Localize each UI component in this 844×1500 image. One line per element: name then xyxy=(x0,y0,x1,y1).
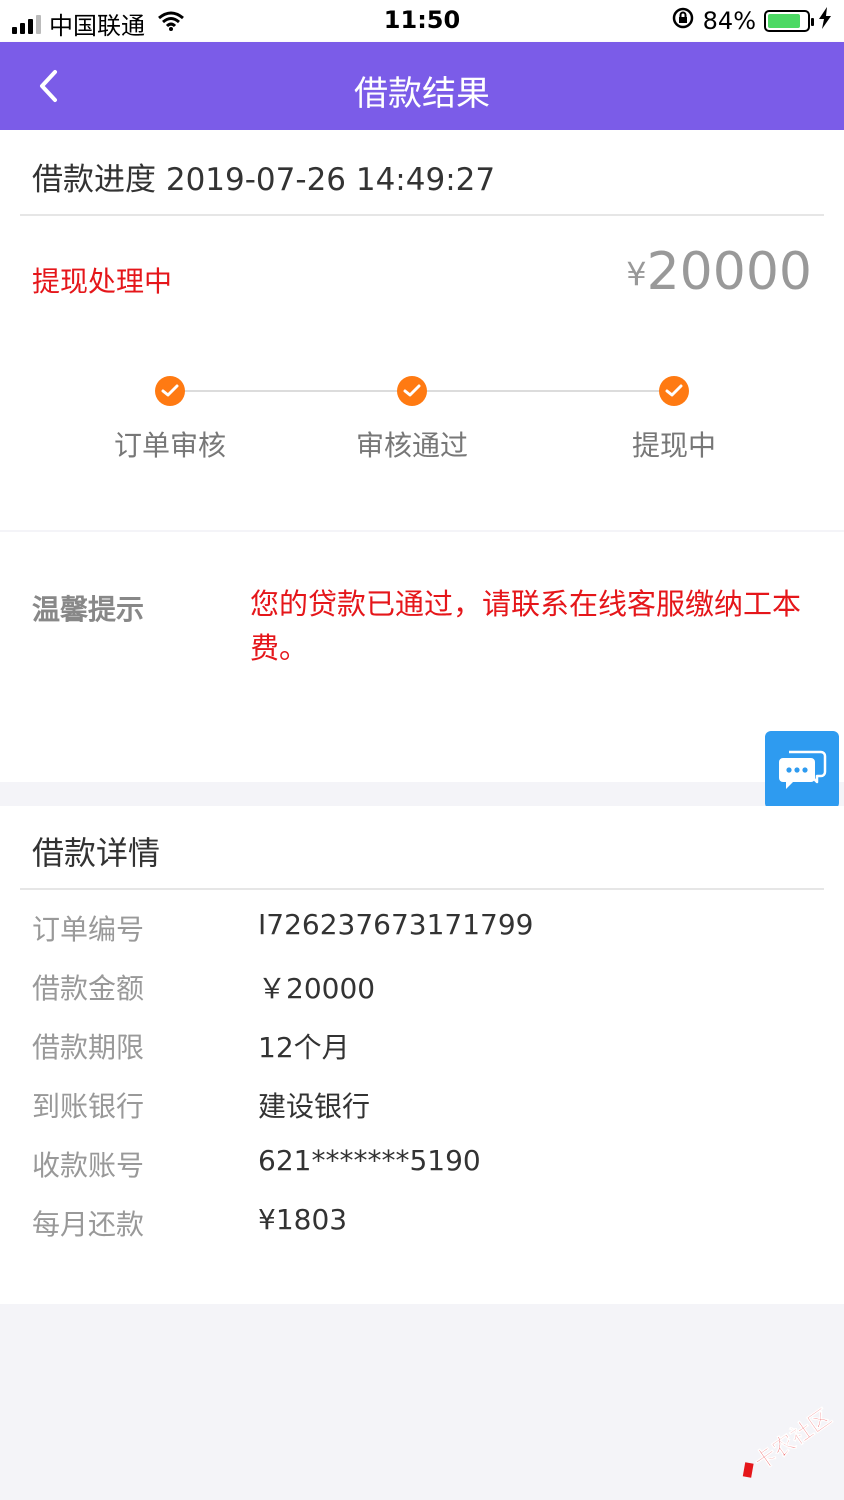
svg-text:卡农社区: 卡农社区 xyxy=(750,1406,834,1476)
status-right: 84% xyxy=(671,6,832,36)
tip-card: 温馨提示 您的贷款已通过，请联系在线客服缴纳工本费。 xyxy=(0,532,844,782)
detail-key: 到账银行 xyxy=(32,1090,145,1123)
detail-row-account: 收款账号 621*******5190 xyxy=(32,1144,812,1184)
details-card: 借款详情 订单编号 I726237673171799 借款金额 ￥20000 借… xyxy=(0,806,844,1304)
customer-service-button[interactable] xyxy=(765,731,839,809)
battery-icon xyxy=(764,10,814,32)
nav-bar: 借款结果 xyxy=(0,42,844,130)
watermark-logo: 卡农社区 xyxy=(724,1404,837,1486)
amount-value: 20000 xyxy=(646,242,812,302)
detail-value: 12个月 xyxy=(258,1031,350,1064)
status-bar: 中国联通 11:50 84% xyxy=(0,0,844,42)
detail-row-monthly: 每月还款 ¥1803 xyxy=(32,1203,812,1243)
page-title: 借款结果 xyxy=(354,74,490,114)
withdraw-status: 提现处理中 xyxy=(32,265,173,298)
detail-key: 借款金额 xyxy=(32,972,145,1005)
step-check-icon xyxy=(155,376,185,406)
step-connector xyxy=(412,390,674,392)
rotation-lock-icon xyxy=(671,6,695,36)
step-check-icon xyxy=(659,376,689,406)
progress-card: 借款进度 2019-07-26 14:49:27 提现处理中 ¥20000 订单… xyxy=(0,130,844,530)
progress-header: 借款进度 2019-07-26 14:49:27 xyxy=(32,162,496,198)
detail-value: ¥1803 xyxy=(258,1203,348,1236)
step-connector xyxy=(170,390,412,392)
currency-symbol: ¥ xyxy=(626,255,647,293)
loan-amount: ¥20000 xyxy=(626,242,812,302)
step-label-order-review: 订单审核 xyxy=(113,429,226,462)
battery-percent: 84% xyxy=(702,7,756,35)
chat-bubble-icon xyxy=(779,750,827,789)
detail-value: ￥20000 xyxy=(258,972,376,1005)
charging-icon xyxy=(818,7,832,35)
step-label-review-passed: 审核通过 xyxy=(355,429,468,462)
divider xyxy=(20,888,824,890)
detail-row-bank: 到账银行 建设银行 xyxy=(32,1085,812,1125)
step-check-icon xyxy=(397,376,427,406)
detail-key: 订单编号 xyxy=(32,913,145,946)
detail-value: 建设银行 xyxy=(258,1090,371,1123)
details-title: 借款详情 xyxy=(32,834,161,872)
detail-row-order-no: 订单编号 I726237673171799 xyxy=(32,908,812,948)
detail-key: 收款账号 xyxy=(32,1149,145,1182)
detail-key: 借款期限 xyxy=(32,1031,145,1064)
divider xyxy=(20,214,824,216)
tip-text: 您的贷款已通过，请联系在线客服缴纳工本费。 xyxy=(250,587,802,665)
detail-row-term: 借款期限 12个月 xyxy=(32,1026,812,1066)
detail-value: I726237673171799 xyxy=(258,908,534,941)
detail-key: 每月还款 xyxy=(32,1208,145,1241)
detail-value: 621*******5190 xyxy=(258,1144,481,1177)
tip-label: 温馨提示 xyxy=(32,593,145,626)
detail-row-amount: 借款金额 ￥20000 xyxy=(32,967,812,1007)
step-label-withdrawing: 提现中 xyxy=(631,429,716,462)
